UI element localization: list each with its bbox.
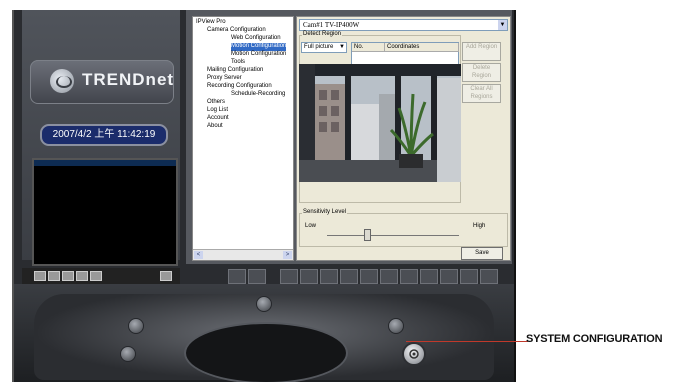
clear-all-regions-button[interactable]: Clear All Regions <box>462 84 501 103</box>
camera-select-value: Cam#1 TV-IP400W <box>303 21 360 29</box>
trendnet-logo-icon <box>50 69 74 93</box>
tree-item[interactable]: About <box>207 123 223 131</box>
column-coordinates: Coordinates <box>385 43 459 52</box>
add-region-button[interactable]: Add Region <box>462 42 501 61</box>
tree-item[interactable]: Schedule-Recording <box>231 91 285 99</box>
logo-text: TRENDnet <box>82 70 175 89</box>
save-button[interactable]: Save <box>461 247 503 260</box>
layout-16-button[interactable] <box>76 271 88 281</box>
camera-select[interactable]: Cam#1 TV-IP400W ▼ <box>299 19 508 31</box>
tree-item[interactable]: Proxy Server <box>207 75 242 83</box>
tool-10-icon[interactable] <box>460 269 478 284</box>
tree-horizontal-scrollbar[interactable]: < > <box>193 249 293 260</box>
chevron-down-icon: ▼ <box>339 44 345 50</box>
view-layout-bar <box>22 268 180 284</box>
tool-3-icon[interactable] <box>320 269 338 284</box>
tool-5-icon[interactable] <box>360 269 378 284</box>
tool-1-icon[interactable] <box>280 269 298 284</box>
region-mode-select[interactable]: Full picture ▼ <box>301 42 347 53</box>
config-tree: IPView Pro Camera Configuration Web Config… <box>192 16 294 261</box>
layout-4-button[interactable] <box>48 271 60 281</box>
tree-item[interactable]: Web Configuration <box>231 35 281 43</box>
layout-close-button[interactable] <box>160 271 172 281</box>
tool-4-icon[interactable] <box>340 269 358 284</box>
configuration-window: IPView Pro Camera Configuration Web Config… <box>186 10 512 264</box>
sensitivity-high-label: High <box>473 223 486 229</box>
sensitivity-slider-thumb[interactable] <box>363 229 371 241</box>
chevron-down-icon[interactable]: ▼ <box>498 20 507 30</box>
ipview-pro-app: TRENDnet 2007/4/2 上午 11:42:19 IPView Pro… <box>12 10 516 382</box>
layout-1-button[interactable] <box>34 271 46 281</box>
callout-line <box>406 341 528 342</box>
tool-6-icon[interactable] <box>380 269 398 284</box>
prev-icon[interactable] <box>228 269 246 284</box>
tree-item[interactable]: Tools <box>231 59 245 67</box>
tool-11-icon[interactable] <box>480 269 498 284</box>
tree-item[interactable]: Log List <box>207 107 228 115</box>
gear-icon <box>409 349 419 359</box>
sensitivity-slider[interactable] <box>327 235 459 236</box>
tool-2-icon[interactable] <box>300 269 318 284</box>
detect-region-label: Detect Region <box>302 31 343 37</box>
console-body <box>34 294 494 382</box>
layout-full-button[interactable] <box>90 271 102 281</box>
layout-9-button[interactable] <box>62 271 74 281</box>
date-time-display: 2007/4/2 上午 11:42:19 <box>40 124 168 146</box>
control-console <box>14 284 514 382</box>
delete-region-button[interactable]: Delete Region <box>462 63 501 82</box>
sensitivity-low-label: Low <box>305 223 317 229</box>
tree-item[interactable]: Recording Configuration <box>207 83 272 91</box>
system-configuration-button[interactable] <box>402 342 426 366</box>
tool-9-icon[interactable] <box>440 269 458 284</box>
camera-scene <box>299 64 461 182</box>
camera-live-image[interactable] <box>299 64 461 182</box>
system-configuration-callout: SYSTEM CONFIGURATION <box>526 333 663 345</box>
console-display-oval <box>184 322 348 382</box>
tree-item[interactable]: Motion Configuration <box>231 43 287 51</box>
preview-title-bar <box>34 160 176 166</box>
toolbar-strip <box>228 269 512 284</box>
region-mode-value: Full picture <box>304 44 334 50</box>
tool-7-icon[interactable] <box>400 269 418 284</box>
sensitivity-label: Sensitivity Level <box>302 209 348 215</box>
left-upper-knob[interactable] <box>128 318 144 334</box>
next-icon[interactable] <box>248 269 266 284</box>
tree-item[interactable]: Mailing Configuration <box>207 67 263 75</box>
motion-configuration-panel: Cam#1 TV-IP400W ▼ Detect Region Full pic… <box>296 16 511 261</box>
column-no: No. <box>352 43 385 52</box>
scroll-left-icon[interactable]: < <box>194 251 203 259</box>
tree-item[interactable]: Others <box>207 99 225 107</box>
tree-root[interactable]: IPView Pro <box>196 19 226 27</box>
top-knob[interactable] <box>256 296 272 312</box>
right-upper-knob[interactable] <box>388 318 404 334</box>
tree-item[interactable]: Motion Configuration <box>231 51 286 59</box>
tree-item[interactable]: Account <box>207 115 229 123</box>
camera-preview[interactable] <box>32 158 178 266</box>
tool-8-icon[interactable] <box>420 269 438 284</box>
trendnet-logo: TRENDnet <box>30 60 174 104</box>
sensitivity-group <box>299 213 508 247</box>
tree-item[interactable]: Camera Configuration <box>207 27 266 35</box>
left-panel: TRENDnet 2007/4/2 上午 11:42:19 <box>22 10 180 266</box>
left-lower-knob[interactable] <box>120 346 136 362</box>
scroll-right-icon[interactable]: > <box>283 251 292 259</box>
